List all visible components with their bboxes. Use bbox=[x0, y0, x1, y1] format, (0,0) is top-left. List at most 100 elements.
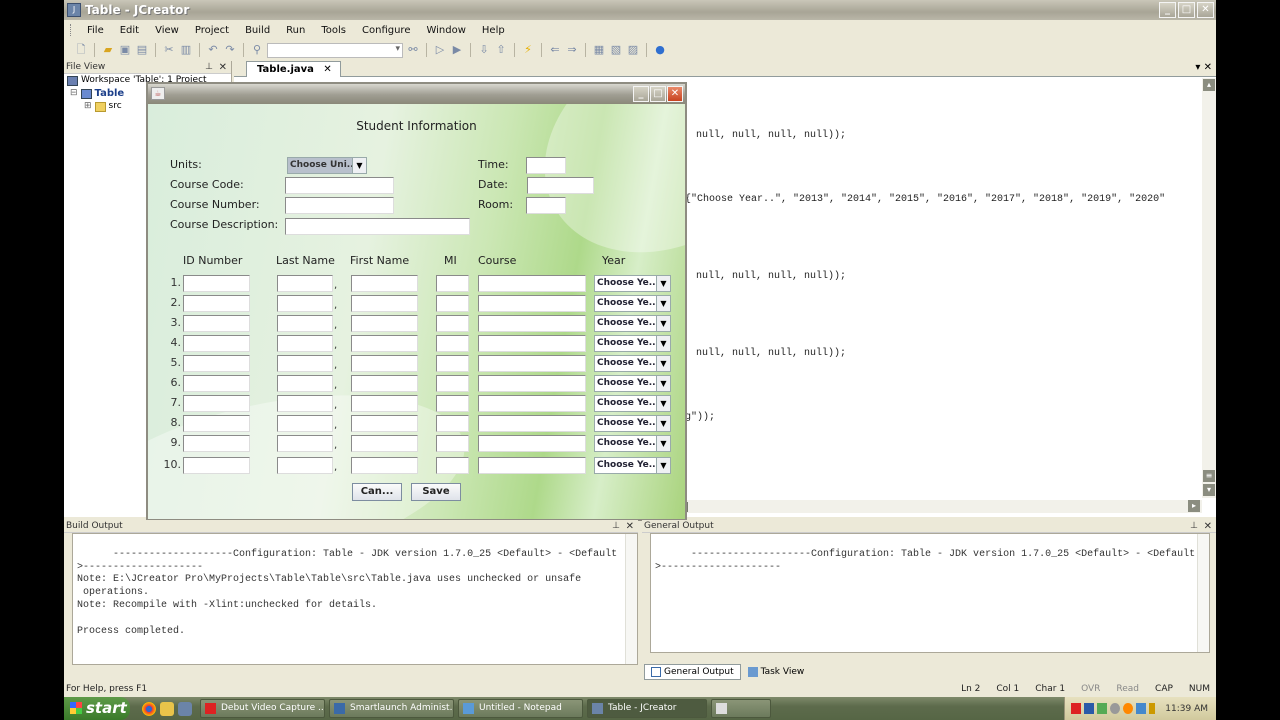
dialog-titlebar[interactable]: ☕ _ □ ✕ bbox=[148, 84, 685, 104]
step-out-icon[interactable]: ⇧ bbox=[494, 43, 508, 57]
chevron-down-icon[interactable]: ▼ bbox=[352, 158, 366, 173]
start-button[interactable]: start bbox=[64, 697, 130, 720]
course-field[interactable] bbox=[478, 295, 586, 312]
chevron-down-icon[interactable]: ▼ bbox=[656, 336, 670, 351]
close-icon[interactable]: ✕ bbox=[626, 520, 634, 533]
tab-close-icon[interactable]: ✕ bbox=[323, 64, 331, 75]
jcreator-icon[interactable] bbox=[178, 701, 192, 716]
redo-icon[interactable]: ↷ bbox=[223, 43, 237, 57]
mi-field[interactable] bbox=[436, 315, 469, 332]
chevron-down-icon[interactable]: ▼ bbox=[656, 416, 670, 431]
forward-icon[interactable]: ⇒ bbox=[565, 43, 579, 57]
taskbar-task[interactable] bbox=[711, 699, 771, 718]
dialog-maximize-button[interactable]: □ bbox=[650, 86, 666, 102]
mi-field[interactable] bbox=[436, 335, 469, 352]
mi-field[interactable] bbox=[436, 275, 469, 292]
first-name-field[interactable] bbox=[351, 275, 418, 292]
tab-table-java[interactable]: Table.java ✕ bbox=[246, 61, 341, 77]
edit-tray-icon[interactable] bbox=[1097, 703, 1107, 714]
general-output-text[interactable]: --------------------Configuration: Table… bbox=[650, 533, 1210, 653]
taskbar-task[interactable]: Smartlaunch Administ... bbox=[329, 699, 454, 718]
project-icon[interactable]: ▦ bbox=[592, 43, 606, 57]
tab-general-output[interactable]: General Output bbox=[644, 664, 741, 680]
last-name-field[interactable] bbox=[277, 457, 333, 474]
course-description-field[interactable] bbox=[285, 218, 470, 235]
mi-field[interactable] bbox=[436, 435, 469, 452]
close-icon[interactable]: ✕ bbox=[219, 61, 227, 74]
cancel-button[interactable]: Can... bbox=[352, 483, 402, 501]
collapse-icon[interactable]: ⊟ bbox=[70, 87, 78, 100]
find-in-files-icon[interactable]: ⚯ bbox=[406, 43, 420, 57]
year-combo[interactable]: Choose Ye... ▼ bbox=[594, 375, 671, 392]
menu-help[interactable]: Help bbox=[474, 25, 513, 36]
expand-icon[interactable]: ⊞ bbox=[84, 100, 92, 113]
first-name-field[interactable] bbox=[351, 375, 418, 392]
first-name-field[interactable] bbox=[351, 335, 418, 352]
year-combo[interactable]: Choose Ye... ▼ bbox=[594, 355, 671, 372]
pin-icon[interactable]: ⊥ bbox=[1190, 520, 1198, 533]
chevron-down-icon[interactable]: ▼ bbox=[656, 458, 670, 473]
chevron-down-icon[interactable]: ▼ bbox=[656, 376, 670, 391]
first-name-field[interactable] bbox=[351, 315, 418, 332]
taskbar-task[interactable]: Debut Video Capture ... bbox=[200, 699, 325, 718]
window-titlebar[interactable]: J Table - JCreator _ □ ✕ bbox=[64, 0, 1216, 20]
scroll-up-icon[interactable]: ▴ bbox=[1203, 79, 1215, 91]
last-name-field[interactable] bbox=[277, 395, 333, 412]
course-code-field[interactable] bbox=[285, 177, 394, 194]
last-name-field[interactable] bbox=[277, 415, 333, 432]
course-field[interactable] bbox=[478, 415, 586, 432]
first-name-field[interactable] bbox=[351, 295, 418, 312]
id-number-field[interactable] bbox=[183, 395, 250, 412]
last-name-field[interactable] bbox=[277, 375, 333, 392]
date-field[interactable] bbox=[527, 177, 594, 194]
close-button[interactable]: ✕ bbox=[1197, 2, 1214, 18]
network-icon[interactable] bbox=[1136, 703, 1146, 714]
vertical-scrollbar[interactable]: ▴ ≡ ▾ bbox=[1202, 78, 1216, 498]
build-output-text[interactable]: --------------------Configuration: Table… bbox=[72, 533, 638, 665]
split-handle-icon[interactable]: ≡ bbox=[1203, 470, 1215, 482]
last-name-field[interactable] bbox=[277, 435, 333, 452]
course-field[interactable] bbox=[478, 457, 586, 474]
help-icon[interactable]: ● bbox=[653, 43, 667, 57]
id-number-field[interactable] bbox=[183, 435, 250, 452]
menu-build[interactable]: Build bbox=[237, 25, 278, 36]
chevron-down-icon[interactable]: ▼ bbox=[656, 276, 670, 291]
dialog-minimize-button[interactable]: _ bbox=[633, 86, 649, 102]
chevron-down-icon[interactable]: ▼ bbox=[656, 316, 670, 331]
save-icon[interactable]: ▣ bbox=[118, 43, 132, 57]
menu-edit[interactable]: Edit bbox=[112, 25, 147, 36]
tab-task-view[interactable]: Task View bbox=[740, 664, 812, 680]
maximize-button[interactable]: □ bbox=[1178, 2, 1195, 18]
last-name-field[interactable] bbox=[277, 315, 333, 332]
menu-run[interactable]: Run bbox=[278, 25, 313, 36]
find-combo[interactable] bbox=[267, 42, 403, 58]
debug-icon[interactable]: ▧ bbox=[609, 43, 623, 57]
course-number-field[interactable] bbox=[285, 197, 394, 214]
id-number-field[interactable] bbox=[183, 457, 250, 474]
find-icon[interactable]: ⚲ bbox=[250, 43, 264, 57]
id-number-field[interactable] bbox=[183, 335, 250, 352]
mi-field[interactable] bbox=[436, 457, 469, 474]
dialog-close-button[interactable]: ✕ bbox=[667, 86, 683, 102]
chevron-down-icon[interactable]: ▼ bbox=[656, 436, 670, 451]
pin-icon[interactable]: ⊥ bbox=[612, 520, 620, 533]
id-number-field[interactable] bbox=[183, 315, 250, 332]
course-field[interactable] bbox=[478, 375, 586, 392]
menu-project[interactable]: Project bbox=[187, 25, 237, 36]
open-icon[interactable]: ▰ bbox=[101, 43, 115, 57]
room-field[interactable] bbox=[526, 197, 566, 214]
course-field[interactable] bbox=[478, 315, 586, 332]
chat-icon[interactable] bbox=[1110, 703, 1120, 714]
back-icon[interactable]: ⇐ bbox=[548, 43, 562, 57]
save-tray-icon[interactable] bbox=[1084, 703, 1094, 714]
menu-file[interactable]: File bbox=[79, 25, 112, 36]
first-name-field[interactable] bbox=[351, 395, 418, 412]
year-combo[interactable]: Choose Ye... ▼ bbox=[594, 315, 671, 332]
year-combo[interactable]: Choose Ye... ▼ bbox=[594, 295, 671, 312]
id-number-field[interactable] bbox=[183, 415, 250, 432]
orange-tray-icon[interactable] bbox=[1123, 703, 1133, 714]
year-combo[interactable]: Choose Ye... ▼ bbox=[594, 335, 671, 352]
first-name-field[interactable] bbox=[351, 415, 418, 432]
first-name-field[interactable] bbox=[351, 435, 418, 452]
taskbar-task[interactable]: Table - JCreator bbox=[587, 699, 707, 718]
